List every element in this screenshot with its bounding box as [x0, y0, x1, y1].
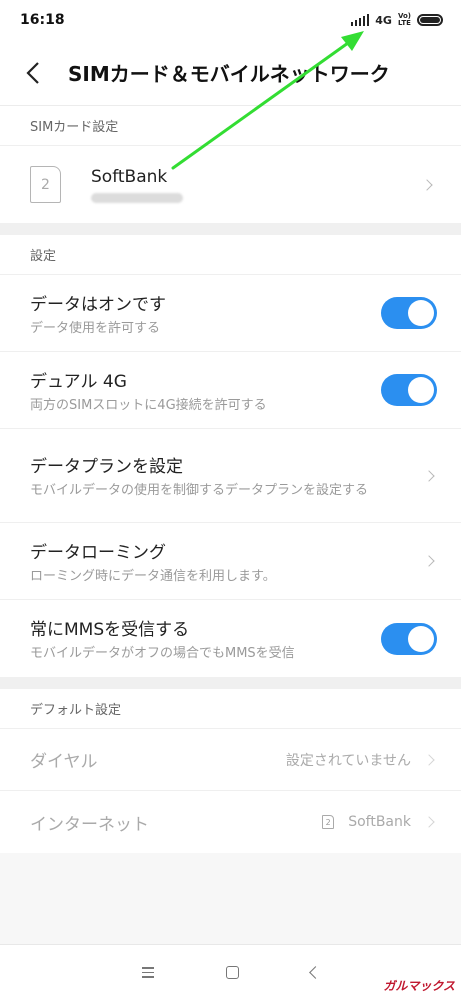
chevron-right-icon	[423, 555, 435, 567]
watermark-logo: ガルマックス	[383, 979, 455, 993]
setting-subtitle: 両方のSIMスロットに4G接続を許可する	[30, 397, 267, 413]
back-arrow-icon[interactable]	[26, 61, 46, 85]
chevron-right-icon	[423, 816, 435, 828]
network-type: 4G	[375, 13, 392, 27]
sim-number-blurred	[91, 192, 183, 203]
battery-icon	[417, 14, 443, 26]
status-bar: 16:18 4G Vo) LTE	[0, 0, 461, 40]
default-value: 設定されていません	[285, 752, 411, 769]
default-internet[interactable]: インターネット 2 SoftBank	[0, 791, 461, 853]
default-title: ダイヤル	[30, 752, 98, 772]
section-header-settings: 設定	[0, 235, 461, 275]
sim-card-item[interactable]: 2 SoftBank	[0, 146, 461, 223]
sim-card-icon: 2	[30, 166, 61, 203]
status-time: 16:18	[20, 12, 65, 28]
dual-4g-toggle[interactable]	[381, 374, 437, 406]
signal-icon	[351, 14, 370, 26]
setting-mobile-data[interactable]: データはオンです データ使用を許可する	[0, 275, 461, 352]
home-icon[interactable]	[225, 966, 239, 979]
default-dial[interactable]: ダイヤル 設定されていません	[0, 729, 461, 791]
sim-carrier-name: SoftBank	[91, 166, 168, 187]
setting-subtitle: モバイルデータがオフの場合でもMMSを受信	[30, 646, 295, 661]
setting-always-mms[interactable]: 常にMMSを受信する モバイルデータがオフの場合でもMMSを受信	[0, 600, 461, 677]
setting-dual-4g[interactable]: デュアル 4G 両方のSIMスロットに4G接続を許可する	[0, 352, 461, 429]
section-header-sim: SIMカード設定	[0, 106, 461, 146]
section-header-default: デフォルト設定	[0, 689, 461, 729]
menu-icon[interactable]	[141, 967, 154, 978]
chevron-right-icon	[421, 178, 433, 191]
app-header: SIMカード＆モバイルネットワーク	[0, 40, 461, 106]
page-title: SIMカード＆モバイルネットワーク	[68, 62, 390, 86]
setting-title: データプランを設定	[30, 457, 183, 477]
always-mms-toggle[interactable]	[381, 622, 437, 655]
setting-data-plan[interactable]: データプランを設定 モバイルデータの使用を制御するデータプランを設定する	[0, 429, 461, 523]
setting-title: 常にMMSを受信する	[30, 620, 190, 640]
chevron-right-icon	[423, 469, 435, 482]
default-title: インターネット	[30, 814, 149, 835]
setting-subtitle: データ使用を許可する	[30, 320, 161, 336]
chevron-right-icon	[423, 753, 435, 766]
mobile-data-toggle[interactable]	[381, 297, 437, 329]
default-value-text: SoftBank	[348, 814, 411, 830]
status-icons: 4G Vo) LTE	[351, 13, 443, 27]
sim-slot-icon: 2	[322, 815, 335, 829]
setting-title: データローミング	[30, 542, 166, 563]
sim-card-section: SIMカード設定 2 SoftBank	[0, 106, 461, 223]
default-value: 2 SoftBank	[322, 814, 411, 830]
setting-subtitle: ローミング時にデータ通信を利用します。	[30, 568, 276, 584]
setting-subtitle: モバイルデータの使用を制御するデータプランを設定する	[30, 483, 369, 498]
back-icon[interactable]	[308, 966, 322, 979]
setting-title: デュアル 4G	[30, 371, 127, 392]
setting-title: データはオンです	[30, 294, 166, 315]
setting-data-roaming[interactable]: データローミング ローミング時にデータ通信を利用します。	[0, 523, 461, 600]
settings-section: 設定 データはオンです データ使用を許可する デュアル 4G 両方のSIMスロッ…	[0, 235, 461, 677]
default-settings-section: デフォルト設定 ダイヤル 設定されていません インターネット 2 SoftBan…	[0, 689, 461, 853]
volte-icon: Vo) LTE	[397, 12, 411, 27]
